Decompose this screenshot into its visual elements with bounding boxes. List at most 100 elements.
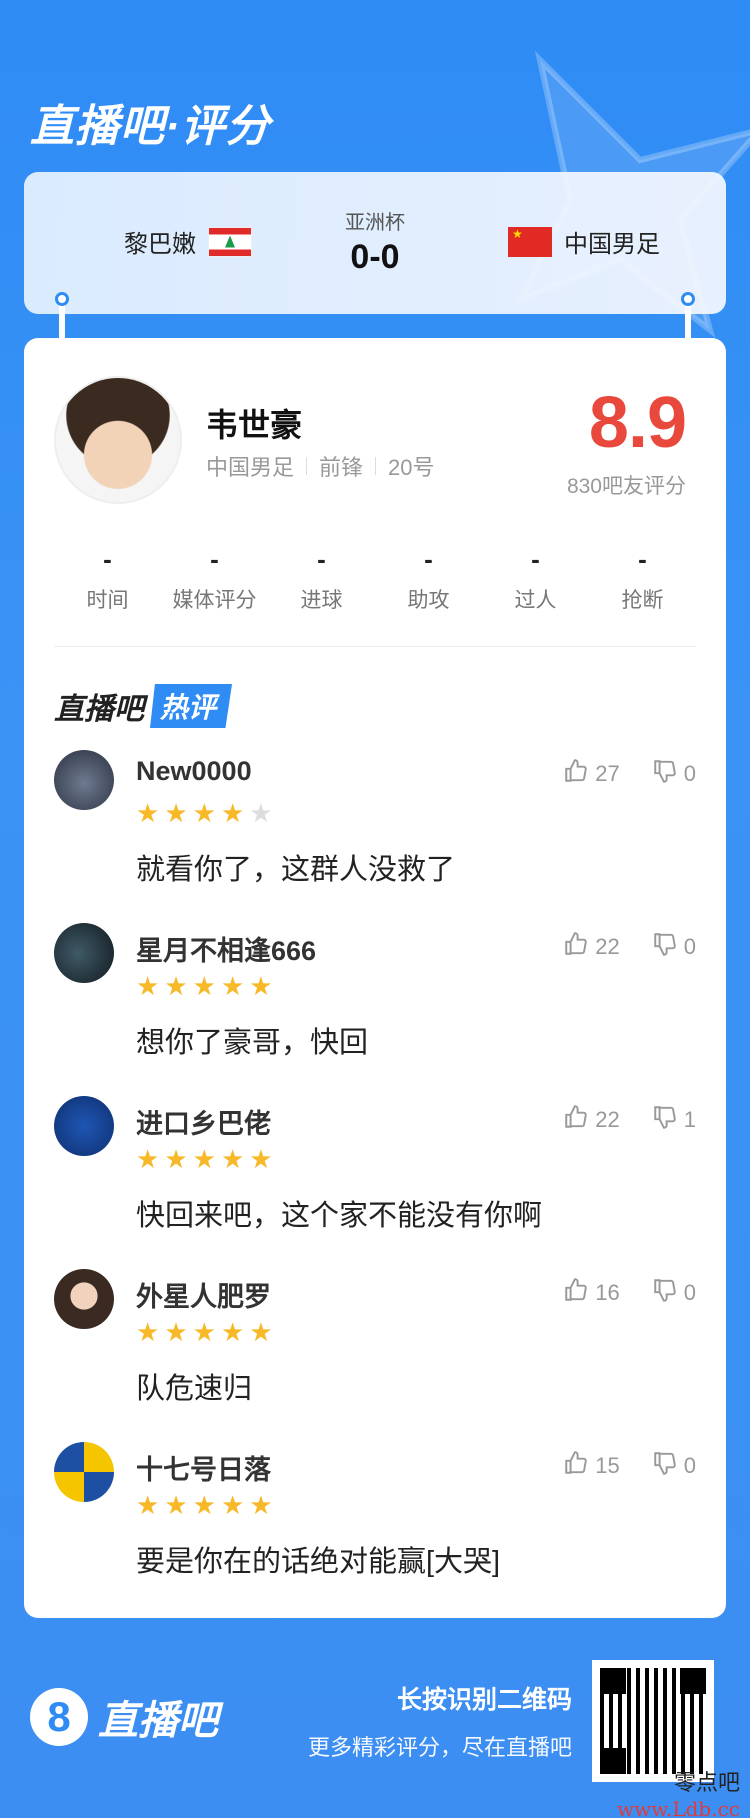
- user-avatar[interactable]: [54, 923, 114, 983]
- thumb-down-icon: [652, 931, 684, 963]
- comment-username[interactable]: 星月不相逢666: [136, 929, 316, 968]
- cta-line2: 更多精彩评分，尽在直播吧: [307, 1735, 572, 1760]
- hot-title-tag: 热评: [150, 684, 233, 728]
- stat-media-rating: - 媒体评分: [161, 544, 268, 614]
- player-position: 前锋: [319, 455, 364, 480]
- thumb-up-icon: [563, 931, 595, 963]
- comment-rating-stars: ★★★★★: [136, 1317, 278, 1348]
- comment-item: 星月不相逢666 ★★★★★ 想你了豪哥，快回 22 0: [54, 923, 696, 1096]
- comment-username[interactable]: 外星人肥罗: [136, 1275, 271, 1314]
- qr-code-pattern: [600, 1668, 706, 1774]
- player-name: 韦世豪: [206, 407, 303, 443]
- connector-dot: [55, 292, 69, 306]
- stat-value: -: [317, 544, 326, 574]
- like-count: 22: [595, 1107, 620, 1132]
- like-button[interactable]: 22: [563, 931, 620, 963]
- player-rating: 8.9: [588, 383, 687, 463]
- star-icon: ★: [136, 1490, 165, 1520]
- dislike-button[interactable]: 0: [652, 1277, 696, 1309]
- cta-line1: 长按识别二维码: [396, 1686, 572, 1714]
- lebanon-flag-icon: [208, 226, 252, 257]
- thumb-up-icon: [563, 1450, 595, 1482]
- card-connector-left: [59, 300, 65, 340]
- star-icon: ★: [192, 1144, 221, 1174]
- card-connector-right: [685, 300, 691, 340]
- comment-item: 外星人肥罗 ★★★★★ 队危速归 16 0: [54, 1269, 696, 1442]
- stat-value: -: [210, 544, 219, 574]
- comment-text: 就看你了，这群人没救了: [136, 854, 456, 886]
- comment-username[interactable]: 十七号日落: [136, 1448, 271, 1487]
- comment-rating-stars: ★★★★★: [136, 1144, 278, 1175]
- player-avatar: [54, 376, 182, 504]
- rating-count: 830吧友评分: [566, 475, 686, 498]
- star-icon: ★: [220, 1144, 250, 1174]
- stat-dribbles: - 过人: [482, 544, 589, 614]
- star-icon: ★: [164, 1144, 193, 1174]
- brand-title: 直播吧·评分: [30, 102, 271, 151]
- stat-value: -: [103, 544, 112, 574]
- comment-username[interactable]: 进口乡巴佬: [136, 1102, 271, 1141]
- stat-tackles: - 抢断: [589, 544, 696, 614]
- player-number: 20号: [388, 455, 435, 480]
- meta-divider: [306, 457, 308, 475]
- comment-username[interactable]: New0000: [136, 756, 252, 787]
- stat-label: 过人: [514, 589, 557, 612]
- like-count: 16: [595, 1280, 620, 1305]
- comment-rating-stars: ★★★★★: [136, 1490, 278, 1521]
- comment-reactions: 15 0: [531, 1450, 696, 1482]
- logo-text: 直播吧: [98, 1699, 218, 1743]
- like-count: 15: [595, 1453, 620, 1478]
- section-divider: [54, 646, 696, 647]
- comment-item: 十七号日落 ★★★★★ 要是你在的话绝对能赢[大哭] 15 0: [54, 1442, 696, 1615]
- hot-title-main: 直播吧: [54, 693, 144, 726]
- dislike-button[interactable]: 0: [652, 1450, 696, 1482]
- footer-cta: 长按识别二维码 更多精彩评分，尽在直播吧: [308, 1680, 572, 1762]
- comment-reactions: 27 0: [531, 758, 696, 790]
- player-rating-card: 韦世豪 中国男足 前锋 20号 8.9 830吧友评分 - 时间 - 媒体评分 - 进…: [24, 338, 726, 1618]
- logo-8-icon: 8: [30, 1688, 88, 1746]
- comment-item: 进口乡巴佬 ★★★★★ 快回来吧，这个家不能没有你啊 22 1: [54, 1096, 696, 1269]
- user-avatar[interactable]: [54, 1269, 114, 1329]
- star-icon: ★: [164, 1317, 193, 1347]
- dislike-button[interactable]: 1: [652, 1104, 696, 1136]
- dislike-button[interactable]: 0: [652, 931, 696, 963]
- thumb-up-icon: [563, 1277, 595, 1309]
- watermark-line1: 零点吧: [673, 1771, 740, 1796]
- comment-reactions: 16 0: [531, 1277, 696, 1309]
- dislike-button[interactable]: 0: [652, 758, 696, 790]
- comment-text: 快回来吧，这个家不能没有你啊: [136, 1200, 543, 1232]
- star-icon: ★: [220, 1317, 250, 1347]
- star-icon: ★: [136, 1317, 165, 1347]
- comment-reactions: 22 0: [531, 931, 696, 963]
- like-button[interactable]: 16: [563, 1277, 620, 1309]
- away-team-name: 中国男足: [564, 231, 660, 258]
- like-button[interactable]: 22: [563, 1104, 620, 1136]
- stat-goals: - 进球: [268, 544, 375, 614]
- stat-label: 助攻: [407, 589, 450, 612]
- star-icon: ★: [249, 1317, 278, 1347]
- comment-text: 想你了豪哥，快回: [136, 1027, 369, 1059]
- user-avatar[interactable]: [54, 1096, 114, 1156]
- dislike-count: 1: [683, 1107, 696, 1132]
- star-icon: ★: [249, 1144, 278, 1174]
- stat-assists: - 助攻: [375, 544, 482, 614]
- comment-item: New0000 ★★★★★ 就看你了，这群人没救了 27 0: [54, 750, 696, 923]
- qr-code[interactable]: [592, 1660, 714, 1782]
- match-card: 亚洲杯 0-0 黎巴嫩 中国男足: [24, 172, 726, 314]
- watermark-line2: www.Ldb.cc: [617, 1797, 740, 1818]
- thumb-up-icon: [563, 758, 595, 790]
- user-avatar[interactable]: [54, 1442, 114, 1502]
- china-flag-icon: [508, 226, 552, 257]
- star-icon: ★: [192, 971, 221, 1001]
- thumb-down-icon: [652, 758, 684, 790]
- like-button[interactable]: 15: [563, 1450, 620, 1482]
- like-button[interactable]: 27: [563, 758, 620, 790]
- meta-divider: [375, 457, 377, 475]
- star-icon: ★: [249, 1490, 278, 1520]
- thumb-down-icon: [652, 1277, 684, 1309]
- star-icon: ★: [164, 1490, 193, 1520]
- user-avatar[interactable]: [54, 750, 114, 810]
- stat-value: -: [638, 544, 647, 574]
- home-team: 黎巴嫩: [124, 224, 264, 259]
- star-icon: ★: [249, 798, 278, 828]
